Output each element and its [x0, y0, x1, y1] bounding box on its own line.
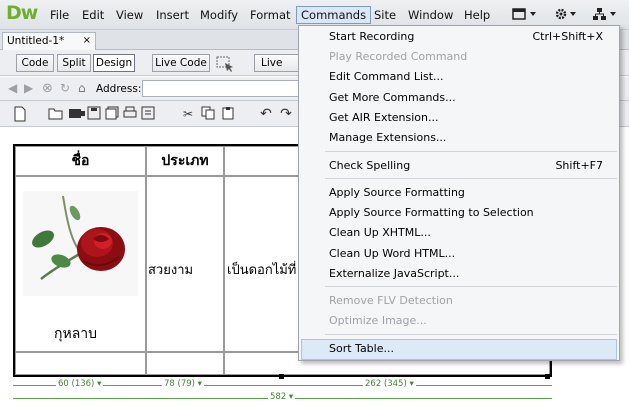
menu-item-remove-flv-detection: Remove FLV Detection [329, 294, 453, 307]
menu-separator [325, 151, 617, 152]
menu-separator [325, 286, 617, 287]
menu-format[interactable]: Format [246, 6, 295, 24]
table-cell-empty[interactable] [15, 352, 146, 375]
image-caption: กุหลาบ [54, 326, 98, 342]
cut-icon[interactable]: ✂ [180, 106, 196, 122]
rose-image[interactable] [23, 191, 138, 296]
live-view-button[interactable]: Live View [254, 54, 302, 72]
save-icon[interactable] [86, 106, 102, 122]
resize-handle[interactable] [279, 374, 284, 379]
type-text: สวยงาม [148, 263, 194, 278]
commands-menu: Start Recording Ctrl+Shift+X Play Record… [298, 25, 620, 361]
column-2-width-label[interactable]: 78 (79) ▾ [162, 379, 204, 389]
menu-item-clean-up-xhtml[interactable]: Clean Up XHTML... [329, 224, 431, 242]
document-tab[interactable]: Untitled-1* × [2, 32, 96, 50]
menu-item-externalize-javascript[interactable]: Externalize JavaScript... [329, 265, 459, 283]
layout-icon[interactable] [512, 7, 538, 24]
menu-item-check-spelling[interactable]: Check Spelling [329, 157, 410, 175]
menu-item-get-air-extension[interactable]: Get AIR Extension... [329, 109, 439, 127]
table-cell-empty[interactable] [146, 352, 224, 375]
shortcut-start-recording: Ctrl+Shift+X [532, 30, 603, 43]
copy-icon[interactable] [200, 106, 216, 122]
save-all-icon[interactable] [104, 106, 120, 122]
menu-separator [325, 334, 617, 335]
shortcut-check-spelling: Shift+F7 [555, 159, 603, 172]
print-icon[interactable] [122, 106, 138, 122]
undo-icon[interactable]: ↶ [258, 106, 274, 122]
settings-icon[interactable] [554, 7, 580, 24]
table-width-label[interactable]: 582 ▾ [268, 392, 296, 402]
site-icon[interactable] [592, 7, 620, 24]
resize-handle[interactable] [545, 374, 550, 379]
menu-view[interactable]: View [112, 6, 147, 24]
close-icon[interactable]: × [83, 33, 91, 49]
menu-item-manage-extensions[interactable]: Manage Extensions... [329, 129, 446, 147]
dreamweaver-logo: Dw [6, 2, 38, 24]
split-view-button[interactable]: Split [57, 54, 91, 72]
menu-item-apply-source-formatting[interactable]: Apply Source Formatting [329, 184, 465, 202]
menu-item-apply-source-formatting-selection[interactable]: Apply Source Formatting to Selection [329, 204, 534, 222]
forward-arrow-icon[interactable]: ▶ [24, 81, 33, 95]
column-1-width-label[interactable]: 60 (136) ▾ [56, 379, 104, 389]
open-folder-icon[interactable] [48, 106, 64, 122]
menu-help[interactable]: Help [460, 6, 494, 24]
redo-icon[interactable]: ↷ [278, 106, 294, 122]
document-tab-title: Untitled-1* [7, 35, 65, 47]
menu-site[interactable]: Site [370, 6, 400, 24]
menu-item-get-more-commands[interactable]: Get More Commands... [329, 89, 456, 107]
table-header-name[interactable]: ชื่อ [15, 146, 146, 176]
stop-icon[interactable]: ⊗ [42, 81, 53, 96]
description-text: เป็นดอกไม้ที่ [227, 263, 297, 278]
column-3-width-label[interactable]: 262 (345) ▾ [363, 379, 416, 389]
menu-commands[interactable]: Commands [296, 6, 372, 24]
menu-separator [325, 178, 617, 179]
menu-insert[interactable]: Insert [152, 6, 193, 24]
live-code-button[interactable]: Live Code [152, 54, 210, 72]
menu-item-start-recording[interactable]: Start Recording [329, 28, 414, 46]
back-arrow-icon[interactable]: ◀ [8, 81, 17, 95]
inspect-icon[interactable] [216, 56, 236, 76]
browse-bridge-icon[interactable] [68, 106, 85, 122]
home-icon[interactable]: ⌂ [78, 81, 86, 95]
menu-modify[interactable]: Modify [196, 6, 242, 24]
menu-item-sort-table[interactable]: Sort Table... [329, 340, 394, 358]
table-header-type[interactable]: ประเภท [146, 146, 224, 176]
new-document-icon[interactable] [12, 106, 28, 122]
menu-item-edit-command-list[interactable]: Edit Command List... [329, 68, 444, 86]
refresh-icon[interactable]: ↻ [60, 81, 70, 95]
menu-file[interactable]: File [46, 6, 73, 24]
preview-icon[interactable] [140, 106, 156, 122]
design-view-button[interactable]: Design [93, 54, 135, 72]
menu-item-play-recorded-command: Play Recorded Command [329, 50, 468, 63]
menu-item-optimize-image: Optimize Image... [329, 314, 427, 327]
menu-item-clean-up-word-html[interactable]: Clean Up Word HTML... [329, 245, 455, 263]
address-input[interactable] [142, 80, 302, 97]
address-label: Address: [96, 83, 142, 95]
menu-edit[interactable]: Edit [78, 6, 108, 24]
menu-window[interactable]: Window [404, 6, 457, 24]
code-view-button[interactable]: Code [16, 54, 54, 72]
paste-icon[interactable] [220, 106, 236, 122]
table-cell-type[interactable]: สวยงาม [146, 176, 224, 352]
